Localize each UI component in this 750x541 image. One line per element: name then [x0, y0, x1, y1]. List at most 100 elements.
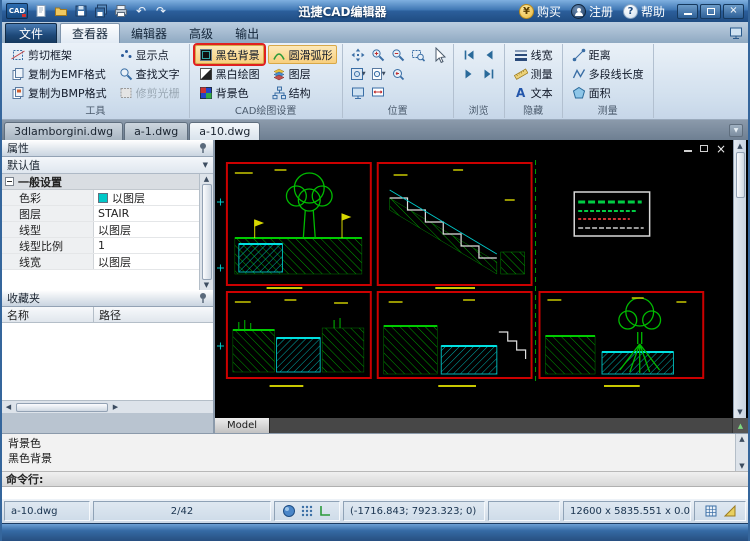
print-button[interactable]	[111, 2, 131, 20]
find-text-button[interactable]: 查找文字	[115, 64, 184, 83]
doc-restore-icon[interactable]	[700, 145, 708, 152]
pin-icon[interactable]	[198, 142, 208, 154]
panel-horizontal-scrollbar[interactable]: ◀ ▶	[2, 400, 213, 413]
zoom-out-button[interactable]	[388, 46, 408, 63]
properties-scrollbar[interactable]: ▲ ▼	[199, 174, 213, 290]
pin-icon[interactable]	[198, 292, 208, 304]
zoom-window-button[interactable]	[408, 46, 428, 63]
ortho-angle-icon[interactable]	[318, 504, 332, 518]
tab-advanced[interactable]: 高级	[178, 23, 224, 43]
fit-width-button[interactable]	[368, 84, 388, 101]
scrollbar-thumb[interactable]	[16, 403, 108, 412]
property-key[interactable]: 色彩	[2, 190, 94, 205]
layers-button[interactable]: 图层	[268, 64, 337, 83]
select-cursor-button[interactable]	[432, 45, 448, 105]
scrollbar-thumb[interactable]	[736, 152, 745, 198]
property-value[interactable]: STAIR	[94, 206, 199, 221]
command-history[interactable]: 背景色 黑色背景 ▲ ▼	[2, 433, 748, 471]
save-all-button[interactable]	[91, 2, 111, 20]
hide-measure-button[interactable]: 测量	[510, 64, 557, 83]
first-page-button[interactable]	[459, 46, 479, 63]
collapse-icon[interactable]	[5, 177, 14, 186]
smooth-arc-button[interactable]: 圆滑弧形	[268, 45, 337, 64]
redo-button[interactable]: ↷	[151, 2, 171, 20]
grid-dots-icon[interactable]	[300, 504, 314, 518]
save-button[interactable]	[71, 2, 91, 20]
zoom-orb-icon[interactable]	[282, 504, 296, 518]
layout-list-button[interactable]: ▲	[732, 418, 748, 433]
structure-button[interactable]: 结构	[268, 83, 337, 102]
snap-triangle-icon[interactable]	[723, 504, 737, 518]
area-button[interactable]: 面积	[568, 83, 648, 102]
register-button[interactable]: 注册	[571, 3, 613, 20]
clip-frame-button[interactable]: 剪切框架	[7, 45, 111, 64]
zoom-page-button[interactable]: ▼	[368, 65, 388, 82]
new-file-button[interactable]	[31, 2, 51, 20]
property-key[interactable]: 线宽	[2, 254, 94, 269]
black-background-button[interactable]: 黑色背景	[195, 45, 264, 64]
favorites-name-column[interactable]: 名称	[2, 307, 94, 322]
polyline-length-button[interactable]: 多段线长度	[568, 64, 648, 83]
favorites-path-column[interactable]: 路径	[94, 307, 213, 322]
command-input[interactable]	[2, 487, 748, 499]
doc-tab-a1[interactable]: a-1.dwg	[124, 122, 188, 140]
next-page-button[interactable]	[459, 65, 479, 82]
line-width-button[interactable]: 线宽	[510, 45, 557, 64]
doc-tab-a10[interactable]: a-10.dwg	[189, 122, 260, 140]
zoom-extents-button[interactable]: ▼	[348, 65, 368, 82]
property-key[interactable]: 图层	[2, 206, 94, 221]
doc-close-icon[interactable]: ×	[716, 144, 726, 154]
copy-bmp-button[interactable]: 复制为BMP格式	[7, 83, 111, 102]
model-tab[interactable]: Model	[215, 418, 270, 433]
tab-editor[interactable]: 编辑器	[120, 23, 178, 43]
hide-text-button[interactable]: A 文本	[510, 83, 557, 102]
scrollbar-thumb[interactable]	[202, 184, 212, 280]
favorites-list[interactable]	[2, 323, 213, 400]
scroll-right-button[interactable]: ▶	[109, 401, 122, 413]
prev-page-button[interactable]	[479, 46, 499, 63]
command-scrollbar[interactable]: ▲ ▼	[735, 434, 748, 471]
scroll-up-icon[interactable]: ▲	[204, 175, 209, 183]
pan-button[interactable]	[348, 46, 368, 63]
doc-minimize-icon[interactable]	[684, 150, 692, 152]
open-file-button[interactable]	[51, 2, 71, 20]
trim-raster-button[interactable]: 修剪光栅	[115, 83, 184, 102]
distance-button[interactable]: 距离	[568, 45, 648, 64]
canvas-vertical-scrollbar[interactable]: ▲ ▼	[733, 140, 746, 418]
property-value[interactable]: 以图层	[94, 254, 199, 269]
property-key[interactable]: 线型比例	[2, 238, 94, 253]
bw-drawing-button[interactable]: 黑白绘图	[195, 64, 264, 83]
tab-viewer[interactable]: 查看器	[60, 23, 120, 43]
default-value-dropdown[interactable]: 默认值 ▼	[2, 157, 213, 174]
scroll-down-icon[interactable]: ▼	[204, 281, 209, 289]
close-button[interactable]: ×	[723, 4, 744, 19]
doc-tabs-dropdown-button[interactable]: ▼	[729, 124, 743, 137]
background-color-button[interactable]: 背景色	[195, 83, 264, 102]
scroll-down-icon[interactable]: ▼	[739, 462, 744, 470]
ribbon-options-button[interactable]	[729, 25, 743, 44]
copy-emf-button[interactable]: 复制为EMF格式	[7, 64, 111, 83]
property-group-row[interactable]: 一般设置	[2, 174, 199, 190]
grid-icon[interactable]	[704, 504, 718, 518]
scroll-up-button[interactable]: ▲	[734, 140, 746, 152]
property-key[interactable]: 线型	[2, 222, 94, 237]
minimize-button[interactable]	[677, 4, 698, 19]
property-value[interactable]: 1	[94, 238, 199, 253]
zoom-in-button[interactable]	[368, 46, 388, 63]
maximize-button[interactable]	[700, 4, 721, 19]
scroll-down-button[interactable]: ▼	[734, 406, 746, 418]
tab-output[interactable]: 输出	[224, 23, 270, 43]
property-value[interactable]: 以图层	[94, 222, 199, 237]
buy-button[interactable]: ¥ 购买	[519, 3, 561, 20]
undo-button[interactable]: ↶	[131, 2, 151, 20]
property-value[interactable]: 以图层	[94, 190, 199, 205]
file-menu-button[interactable]: 文件	[5, 23, 57, 43]
help-button[interactable]: ? 帮助	[623, 3, 665, 20]
last-page-button[interactable]	[479, 65, 499, 82]
scroll-up-icon[interactable]: ▲	[739, 435, 744, 443]
scroll-left-button[interactable]: ◀	[2, 401, 15, 413]
show-points-button[interactable]: 显示点	[115, 45, 184, 64]
zoom-previous-button[interactable]	[388, 65, 408, 82]
doc-tab-3dlamborgini[interactable]: 3dlamborgini.dwg	[4, 122, 123, 140]
cad-drawing-canvas[interactable]	[215, 140, 733, 418]
